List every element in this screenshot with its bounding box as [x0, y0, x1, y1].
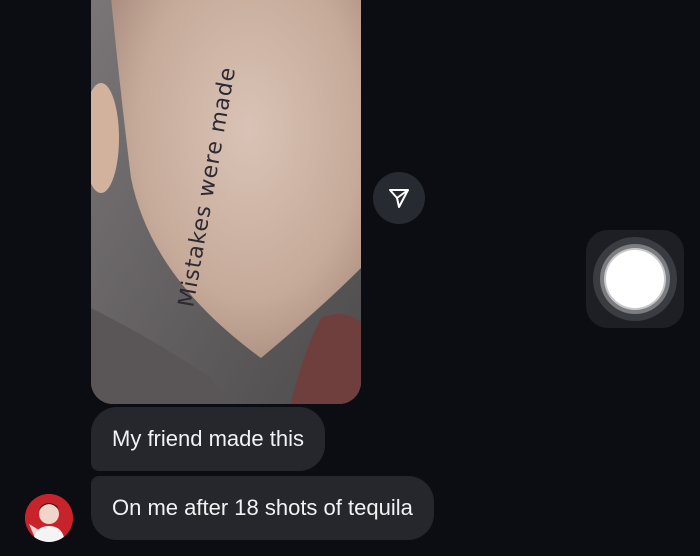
- tattoo-photo: Mistakes were made: [91, 0, 361, 404]
- assistive-touch-core: [606, 250, 664, 308]
- message-bubble[interactable]: My friend made this: [91, 407, 325, 471]
- send-paper-plane-icon: [389, 189, 409, 208]
- user-avatar-icon: [25, 494, 73, 542]
- photo-message[interactable]: Mistakes were made: [91, 0, 361, 404]
- assistive-touch-button[interactable]: [586, 230, 684, 328]
- assistive-touch-outer-ring: [593, 237, 677, 321]
- message-bubble[interactable]: On me after 18 shots of tequila: [91, 476, 434, 540]
- sender-avatar[interactable]: [25, 494, 73, 542]
- message-text: My friend made this: [112, 426, 304, 451]
- share-button[interactable]: [373, 172, 425, 224]
- dm-thread-screen: Mistakes were made My friend made this O…: [0, 0, 700, 556]
- assistive-touch-inner-ring: [600, 244, 670, 314]
- message-text: On me after 18 shots of tequila: [112, 495, 413, 520]
